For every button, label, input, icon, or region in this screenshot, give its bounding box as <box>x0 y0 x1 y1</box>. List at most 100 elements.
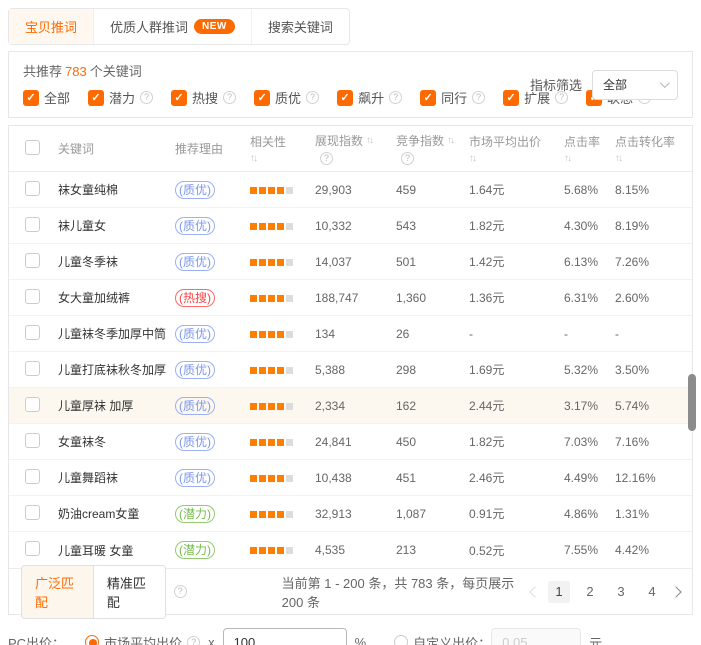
row-checkbox[interactable] <box>25 433 40 448</box>
match-mode-精准匹配[interactable]: 精准匹配 <box>93 566 165 618</box>
impressions-value: 4,535 <box>315 543 396 557</box>
column-cvr: 点击转化率 <box>615 133 692 150</box>
ctr-value: 4.49% <box>564 471 615 485</box>
relevance-bar-segment <box>286 439 293 446</box>
row-checkbox[interactable] <box>25 181 40 196</box>
row-checkbox[interactable] <box>25 217 40 232</box>
tab-优质人群推词[interactable]: 优质人群推词NEW <box>94 9 252 44</box>
tab-搜索关键词[interactable]: 搜索关键词 <box>252 9 349 44</box>
filter-checkbox-热搜[interactable]: ✓热搜? <box>171 88 236 107</box>
keyword-text[interactable]: 女童袜冬 <box>58 435 106 449</box>
help-icon[interactable]: ? <box>472 91 485 104</box>
relevance-bar-segment <box>250 187 257 194</box>
impressions-value: 188,747 <box>315 291 396 305</box>
market-price-radio[interactable] <box>85 635 99 645</box>
impressions-value: 29,903 <box>315 183 396 197</box>
keyword-text[interactable]: 儿童冬季袜 <box>58 255 118 269</box>
keyword-text[interactable]: 袜女童纯棉 <box>58 183 118 197</box>
impressions-value: 10,438 <box>315 471 396 485</box>
sort-icon[interactable]: ↑↓ <box>366 135 372 146</box>
page-button-2[interactable]: 2 <box>579 581 601 603</box>
keyword-text[interactable]: 儿童厚袜 加厚 <box>58 399 133 413</box>
ctr-value: 3.17% <box>564 399 615 413</box>
help-icon[interactable]: ? <box>401 152 414 165</box>
metric-filter-select[interactable]: 全部 <box>592 70 678 100</box>
tab-宝贝推词[interactable]: 宝贝推词 <box>9 9 94 44</box>
relevance-bar-segment <box>277 331 284 338</box>
market-percent-input[interactable] <box>223 628 347 645</box>
sort-icon[interactable]: ↑↓ <box>447 135 453 146</box>
competition-value: 1,360 <box>396 291 469 305</box>
keyword-text[interactable]: 女大童加绒裤 <box>58 291 130 305</box>
filter-checkbox-飙升[interactable]: ✓飙升? <box>337 88 402 107</box>
relevance-bar-segment <box>277 295 284 302</box>
tab-bar: 宝贝推词优质人群推词NEW搜索关键词 <box>8 8 350 45</box>
avg-price-value: - <box>469 327 564 341</box>
avg-price-value: 1.69元 <box>469 361 564 378</box>
page-button-4[interactable]: 4 <box>641 581 663 603</box>
help-icon[interactable]: ? <box>187 636 200 645</box>
keyword-text[interactable]: 儿童打底袜秋冬加厚 <box>58 363 166 377</box>
help-icon[interactable]: ? <box>223 91 236 104</box>
keyword-text[interactable]: 儿童袜冬季加厚中筒 <box>58 327 166 341</box>
row-checkbox[interactable] <box>25 505 40 520</box>
reason-badge: 潜力 <box>175 541 215 559</box>
relevance-bar-segment <box>286 187 293 194</box>
keyword-text[interactable]: 袜儿童女 <box>58 219 106 233</box>
relevance-bar-segment <box>259 439 266 446</box>
help-icon[interactable]: ? <box>320 152 333 165</box>
page-button-1[interactable]: 1 <box>548 581 570 603</box>
table-row: 女大童加绒裤 热搜 188,747 1,360 1.36元 6.31% 2.60… <box>9 280 692 316</box>
sort-icon[interactable]: ↑↓ <box>469 153 475 164</box>
prev-page-icon[interactable] <box>529 586 540 597</box>
help-icon[interactable]: ? <box>140 91 153 104</box>
relevance-bar-segment <box>268 547 275 554</box>
sort-icon[interactable]: ↑↓ <box>250 153 256 164</box>
filter-checkbox-全部[interactable]: ✓全部 <box>23 88 70 107</box>
yuan-unit: 元 <box>589 633 602 645</box>
sort-icon[interactable]: ↑↓ <box>564 153 570 164</box>
checkbox-checked-icon: ✓ <box>171 90 187 106</box>
reason-badge: 潜力 <box>175 505 215 523</box>
filter-checkbox-质优[interactable]: ✓质优? <box>254 88 319 107</box>
relevance-bar-segment <box>286 223 293 230</box>
keyword-text[interactable]: 奶油cream女童 <box>58 507 139 521</box>
relevance-bar-segment <box>286 547 293 554</box>
row-checkbox[interactable] <box>25 289 40 304</box>
relevance-bar-segment <box>259 403 266 410</box>
custom-price-input[interactable] <box>491 628 581 645</box>
row-checkbox[interactable] <box>25 541 40 556</box>
column-reason: 推荐理由 <box>175 140 250 157</box>
row-checkbox[interactable] <box>25 361 40 376</box>
page-button-3[interactable]: 3 <box>610 581 632 603</box>
checkbox-checked-icon: ✓ <box>88 90 104 106</box>
select-all-checkbox[interactable] <box>25 140 40 155</box>
scrollbar-thumb[interactable] <box>688 374 696 431</box>
table-row: 袜女童纯棉 质优 29,903 459 1.64元 5.68% 8.15% <box>9 172 692 208</box>
relevance-bars <box>250 511 293 518</box>
help-icon[interactable]: ? <box>174 585 187 598</box>
help-icon[interactable]: ? <box>389 91 402 104</box>
tab-label: 优质人群推词 <box>110 17 188 36</box>
cvr-value: 4.42% <box>615 543 692 557</box>
relevance-bar-segment <box>277 367 284 374</box>
help-icon[interactable]: ? <box>306 91 319 104</box>
filter-checkbox-潜力[interactable]: ✓ 潜力? <box>88 88 153 107</box>
row-checkbox[interactable] <box>25 253 40 268</box>
next-page-icon[interactable] <box>670 586 681 597</box>
keyword-text[interactable]: 儿童舞蹈袜 <box>58 471 118 485</box>
filter-checkbox-label: 潜力 <box>109 88 135 107</box>
row-checkbox[interactable] <box>25 397 40 412</box>
row-checkbox[interactable] <box>25 325 40 340</box>
relevance-bar-segment <box>286 475 293 482</box>
filter-checkbox-同行[interactable]: ✓同行? <box>420 88 485 107</box>
cvr-value: 12.16% <box>615 471 692 485</box>
custom-price-radio[interactable] <box>394 635 408 645</box>
row-checkbox[interactable] <box>25 469 40 484</box>
relevance-bar-segment <box>259 187 266 194</box>
sort-icon[interactable]: ↑↓ <box>615 153 621 164</box>
avg-price-value: 1.64元 <box>469 181 564 198</box>
avg-price-value: 1.36元 <box>469 289 564 306</box>
match-mode-广泛匹配[interactable]: 广泛匹配 <box>22 566 93 618</box>
keyword-text[interactable]: 儿童耳暖 女童 <box>58 544 133 558</box>
